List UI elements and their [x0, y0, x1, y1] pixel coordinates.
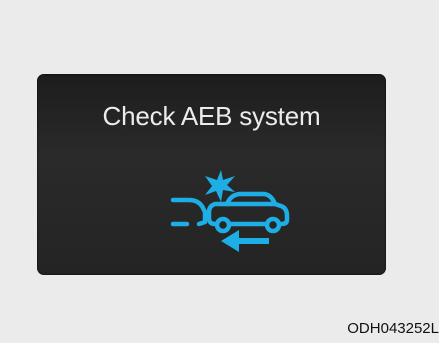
cluster-display: Check AEB system: [37, 74, 386, 275]
front-car-rear-wheel: [214, 216, 232, 234]
direction-arrow: [221, 230, 269, 252]
warning-message: Check AEB system: [102, 101, 321, 131]
figure-code: ODH043252L: [347, 320, 439, 337]
rear-car-shape: [170, 197, 208, 227]
aeb-collision-warning-icon: [170, 170, 290, 252]
front-car-front-wheel: [264, 216, 282, 234]
background-panel: Check AEB system ODH043252L: [0, 0, 439, 343]
